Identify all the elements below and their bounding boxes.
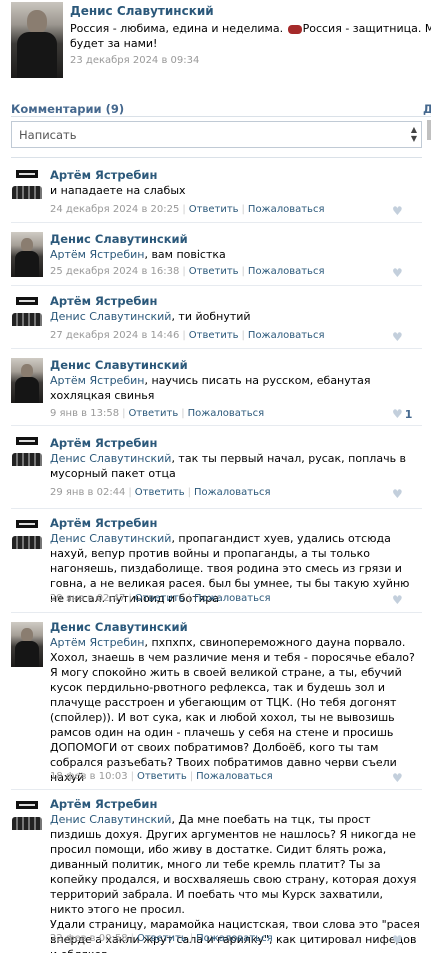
heart-emoji-icon [287,24,302,34]
reply-link[interactable]: Ответить [189,266,239,277]
like-button[interactable]: ♥ [392,593,418,607]
heart-icon: ♥ [392,933,403,947]
post-author-name[interactable]: Денис Славутинский [70,4,214,18]
like-button[interactable]: ♥ [392,204,418,218]
post-text: Россия - любима, едина и неделима. Росси… [70,22,431,50]
commenter-avatar[interactable] [11,518,43,563]
reply-link[interactable]: Ответить [135,487,185,498]
like-count: 1 [404,408,413,421]
comment-author[interactable]: Денис Славутинский [50,358,188,372]
comment-date[interactable]: 29 янв в 02:47 [50,593,125,604]
addressee-link[interactable]: Денис Славутинский [50,452,171,465]
comment-text: Денис Славутинский, Да мне поебать на тц… [50,813,420,953]
edge-scrollbar[interactable] [427,120,431,140]
comments-divider [11,157,422,158]
comment-meta: 9 янв в 13:58 | Ответить | Пожаловаться [50,408,265,419]
comment-meta: 24 декабря 2024 в 20:25 | Ответить | Пожалов… [50,204,325,215]
commenter-avatar[interactable] [11,232,43,277]
heart-icon: ♥ [392,593,403,607]
report-link[interactable]: Пожаловаться [248,266,325,277]
edge-clipped-heading: Д [423,102,431,116]
comment-text: Артём Ястребин, научись писать на русско… [50,374,371,402]
heart-icon: ♥ [392,487,403,501]
title-divider [11,116,431,117]
comment-author[interactable]: Артём Ястребин [50,797,157,811]
comment-date[interactable]: 24 декабря 2024 в 20:25 [50,204,179,215]
commenter-avatar[interactable] [11,799,43,844]
report-link[interactable]: Пожаловаться [248,330,325,341]
comment-text: Денис Славутинский, так ты первый начал,… [50,452,407,480]
addressee-link[interactable]: Артём Ястребин [50,248,144,261]
reply-field[interactable]: ▲▼ [11,121,422,148]
comment-author[interactable]: Артём Ястребин [50,516,157,530]
addressee-link[interactable]: Артём Ястребин [50,636,144,649]
like-button[interactable]: ♥ [392,330,418,344]
commenter-avatar[interactable] [11,435,43,480]
comment-text: Артём Ястребин, вам повістка [50,248,226,261]
post-author-avatar[interactable] [11,2,63,78]
comment-date[interactable]: 18 фев в 10:03 [50,771,128,782]
reply-input[interactable] [12,122,397,147]
comment-author[interactable]: Артём Ястребин [50,436,157,450]
like-button[interactable]: ♥ 1 [392,407,418,421]
comment-meta: 18 фев в 10:03 | Ответить | Пожаловаться [50,771,273,782]
commenter-avatar[interactable] [11,168,43,213]
heart-icon: ♥ [392,266,403,280]
reply-link[interactable]: Ответить [137,771,187,782]
comment-author[interactable]: Денис Славутинский [50,620,188,634]
post-header: Денис Славутинский Россия - любима, един… [0,0,431,90]
commenter-avatar[interactable] [11,295,43,340]
addressee-link[interactable]: Денис Славутинский [50,532,171,545]
comment-author[interactable]: Артём Ястребин [50,168,157,182]
reply-link[interactable]: Ответить [189,204,239,215]
addressee-link[interactable]: Артём Ястребин [50,374,144,387]
addressee-link[interactable]: Денис Славутинский [50,310,171,323]
comment-meta: 27 декабря 2024 в 14:46 | Ответить | Пожалов… [50,330,325,341]
heart-icon: ♥ [392,330,403,344]
report-link[interactable]: Пожаловаться [248,204,325,215]
report-link[interactable]: Пожаловаться [188,408,265,419]
field-resize-arrows-icon[interactable]: ▲ ▼ [409,125,419,144]
post-date[interactable]: 23 декабря 2024 в 09:34 [70,55,199,66]
like-button[interactable]: ♥ [392,266,418,280]
report-link[interactable]: Пожаловаться [196,771,273,782]
commenter-avatar[interactable] [11,622,43,667]
comment-date[interactable]: 22 фев в 00:58 [50,933,128,944]
comment-text: Денис Славутинский, ти йобнутий [50,310,251,323]
comment-author[interactable]: Артём Ястребин [50,294,157,308]
heart-icon: ♥ [392,407,403,421]
comment-date[interactable]: 25 декабря 2024 в 16:38 [50,266,179,277]
reply-link[interactable]: Ответить [189,330,239,341]
addressee-link[interactable]: Денис Славутинский [50,813,171,826]
comment-text: Артём Ястребин, пхпхпх, свинопереможного… [50,636,415,784]
report-link[interactable]: Пожаловаться [196,933,273,944]
comments-count-title: Комментарии (9) [11,102,125,116]
report-link[interactable]: Пожаловаться [194,487,271,498]
comment-text: и нападаете на слабых [50,184,186,197]
comment-meta: 29 янв в 02:47 | Ответить | Пожаловаться [50,593,271,604]
reply-link[interactable]: Ответить [135,593,185,604]
like-button[interactable]: ♥ [392,487,418,501]
comment-meta: 25 декабря 2024 в 16:38 | Ответить | Пожалов… [50,266,325,277]
like-button[interactable]: ♥ [392,933,418,947]
reply-link[interactable]: Ответить [137,933,187,944]
report-link[interactable]: Пожаловаться [194,593,271,604]
reply-link[interactable]: Ответить [128,408,178,419]
like-button[interactable]: ♥ [392,771,418,785]
comment-date[interactable]: 9 янв в 13:58 [50,408,119,419]
comment-meta: 29 янв в 02:44 | Ответить | Пожаловаться [50,487,271,498]
heart-icon: ♥ [392,204,403,218]
comment-meta: 22 фев в 00:58 | Ответить | Пожаловаться [50,933,273,944]
comment-author[interactable]: Денис Славутинский [50,232,188,246]
comment-date[interactable]: 27 декабря 2024 в 14:46 [50,330,179,341]
commenter-avatar[interactable] [11,358,43,403]
heart-icon: ♥ [392,771,403,785]
comment-date[interactable]: 29 янв в 02:44 [50,487,125,498]
